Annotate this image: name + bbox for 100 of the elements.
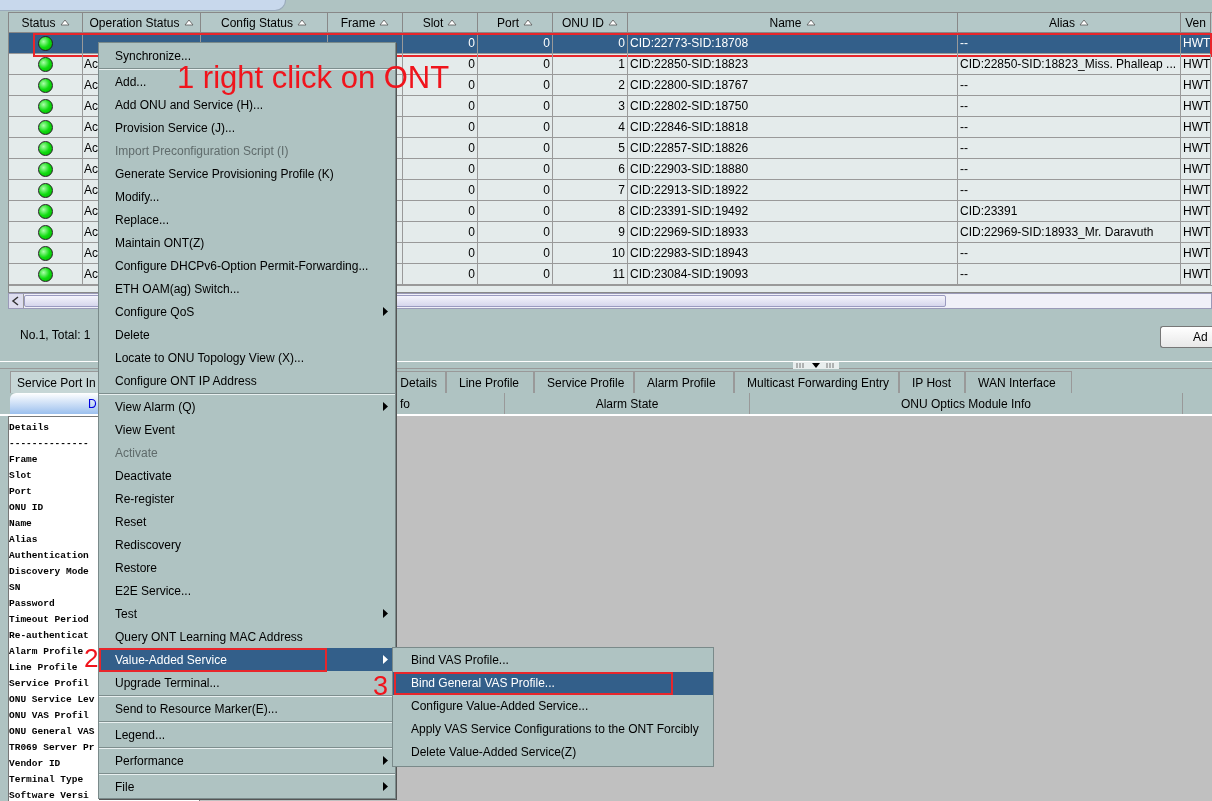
table-cell: Ac <box>84 204 98 218</box>
table-cell: 0 <box>468 57 475 71</box>
detail-label: TR069 Server Pr <box>9 741 95 755</box>
table-cell: HWT <box>1183 162 1210 176</box>
table-cell: 0 <box>468 36 475 50</box>
table-cell: HWT <box>1183 141 1210 155</box>
table-cell: CID:22903-SID:18880 <box>630 162 749 176</box>
table-cell: 0 <box>543 120 550 134</box>
table-cell: Ac <box>84 78 98 92</box>
detail-label: Frame <box>9 453 38 467</box>
table-cell: 0 <box>543 36 550 50</box>
table-cell: 7 <box>618 183 625 197</box>
table-cell: 9 <box>618 225 625 239</box>
detail-label: ONU General VAS <box>9 725 95 739</box>
detail-label: Re-authenticat <box>9 629 89 643</box>
detail-label: SN <box>9 581 21 595</box>
table-cell: Ac <box>84 99 98 113</box>
table-cell: 0 <box>543 246 550 260</box>
table-cell: HWT <box>1183 183 1210 197</box>
detail-label: -------------- <box>9 437 89 451</box>
table-cell: 6 <box>618 162 625 176</box>
table-cell: CID:22969-SID:18933 <box>630 225 749 239</box>
table-cell: 0 <box>543 183 550 197</box>
table-cell: -- <box>960 267 968 281</box>
table-cell: 3 <box>618 99 625 113</box>
table-cell: HWT <box>1183 36 1210 50</box>
table-cell: Ac <box>84 267 98 281</box>
detail-label: ONU Service Lev <box>9 693 95 707</box>
table-cell: Ac <box>84 120 98 134</box>
detail-label: Details <box>9 421 49 435</box>
table-cell: HWT <box>1183 78 1210 92</box>
detail-label: Port <box>9 485 32 499</box>
table-cell: -- <box>960 162 968 176</box>
detail-label: Password <box>9 597 55 611</box>
step-number: 2 <box>84 647 99 671</box>
table-cell: 0 <box>543 267 550 281</box>
table-cell: CID:23084-SID:19093 <box>630 267 749 281</box>
table-cell: 0 <box>468 183 475 197</box>
table-cell: 0 <box>543 78 550 92</box>
table-cell: CID:22857-SID:18826 <box>630 141 749 155</box>
table-cell: HWT <box>1183 99 1210 113</box>
table-cell: 0 <box>468 246 475 260</box>
table-cell: -- <box>960 246 968 260</box>
table-cell: 0 <box>468 267 475 281</box>
table-cell: Ac <box>84 225 98 239</box>
table-cell: CID:23391-SID:19492 <box>630 204 749 218</box>
table-cell: Ac <box>84 162 98 176</box>
table-cell: Ac <box>84 246 98 260</box>
step-number: 3 <box>373 674 389 699</box>
table-cell: 0 <box>468 78 475 92</box>
table-cell: 0 <box>468 141 475 155</box>
table-cell: CID:22913-SID:18922 <box>630 183 749 197</box>
detail-label: Timeout Period <box>9 613 89 627</box>
table-cell: 0 <box>543 204 550 218</box>
table-cell: CID:22983-SID:18943 <box>630 246 749 260</box>
detail-label: ONU ID <box>9 501 44 515</box>
table-cell: 0 <box>543 225 550 239</box>
table-cell: 0 <box>543 162 550 176</box>
table-cell: 0 <box>468 99 475 113</box>
table-cell: -- <box>960 183 968 197</box>
table-cell: 0 <box>618 36 625 50</box>
detail-label: Discovery Mode <box>9 565 89 579</box>
detail-label: Service Profil <box>9 677 89 691</box>
table-cell: CID:23391 <box>960 204 1018 218</box>
table-cell: 0 <box>468 225 475 239</box>
table-cell: CID:22850-SID:18823 <box>630 57 749 71</box>
detail-label: Software Versi <box>9 789 89 801</box>
detail-label: Line Profile <box>9 661 78 675</box>
table-cell: 0 <box>468 204 475 218</box>
table-cell: -- <box>960 36 968 50</box>
detail-label: Name <box>9 517 32 531</box>
table-cell: CID:22773-SID:18708 <box>630 36 749 50</box>
table-cell: 10 <box>611 246 625 260</box>
table-cell: Ac <box>84 141 98 155</box>
table-cell: Ac <box>84 57 98 71</box>
table-cell: CID:22800-SID:18767 <box>630 78 749 92</box>
table-cell: 2 <box>618 78 625 92</box>
table-cell: 0 <box>543 99 550 113</box>
table-cell: HWT <box>1183 120 1210 134</box>
table-cell: HWT <box>1183 57 1210 71</box>
table-cell: -- <box>960 141 968 155</box>
table-cell: 0 <box>543 57 550 71</box>
table-cell: 5 <box>618 141 625 155</box>
table-cell: 0 <box>543 141 550 155</box>
table-cell: HWT <box>1183 204 1210 218</box>
record-count: No.1, Total: 1 <box>20 328 91 342</box>
table-cell: CID:22846-SID:18818 <box>630 120 749 134</box>
table-cell: HWT <box>1183 246 1210 260</box>
table-cell: 1 <box>618 57 625 71</box>
table-cell: 0 <box>468 120 475 134</box>
table-cell: 0 <box>468 162 475 176</box>
detail-label: Terminal Type <box>9 773 84 787</box>
table-cell: -- <box>960 120 968 134</box>
detail-label: ONU VAS Profil <box>9 709 89 723</box>
table-cell: -- <box>960 78 968 92</box>
table-cell: 11 <box>612 267 625 281</box>
table-cell: -- <box>960 99 968 113</box>
table-cell: Ac <box>84 183 98 197</box>
detail-label: Alias <box>9 533 38 547</box>
detail-label: Alarm Profile <box>9 645 84 659</box>
